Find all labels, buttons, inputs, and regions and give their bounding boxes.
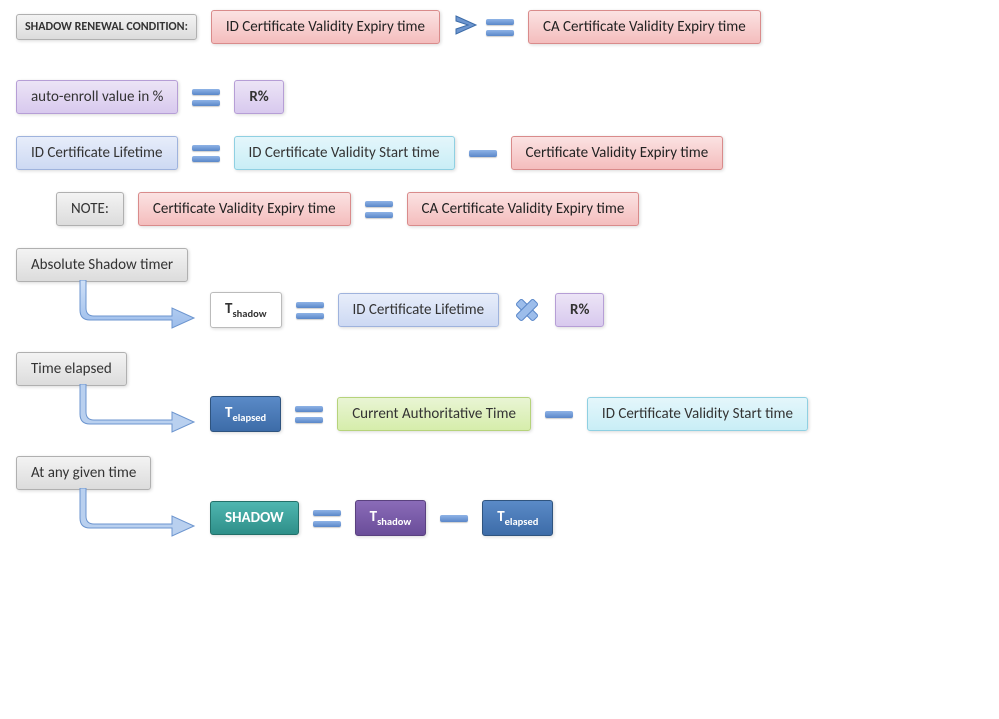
var-t-elapsed: Telapsed — [210, 396, 281, 432]
equals-icon — [192, 145, 220, 162]
box-r-percent-2: R% — [555, 293, 604, 327]
header-time-elapsed: Time elapsed — [16, 352, 127, 386]
row-auto-enroll: auto-enroll value in % R% — [16, 80, 983, 114]
elbow-arrow-icon — [76, 390, 196, 438]
multiply-icon — [513, 296, 541, 324]
minus-icon — [440, 515, 468, 522]
box-id-cert-start-2: ID Certificate Validity Start time — [587, 397, 808, 431]
equals-icon — [295, 406, 323, 423]
block-absolute-shadow-timer: Absolute Shadow timer Tshadow ID Certifi… — [16, 248, 983, 334]
equals-icon — [192, 89, 220, 106]
var-t-shadow-2: Tshadow — [355, 500, 427, 536]
row-shadow-renewal-condition: SHADOW RENEWAL CONDITION: ID Certificate… — [16, 10, 983, 44]
row-note: NOTE: Certificate Validity Expiry time C… — [56, 192, 983, 226]
box-id-cert-start: ID Certificate Validity Start time — [234, 136, 455, 170]
header-absolute-shadow-timer: Absolute Shadow timer — [16, 248, 188, 282]
box-auto-enroll-label: auto-enroll value in % — [16, 80, 178, 114]
box-ca-cert-expiry: CA Certificate Validity Expiry time — [528, 10, 761, 44]
row-id-cert-lifetime: ID Certificate Lifetime ID Certificate V… — [16, 136, 983, 170]
var-shadow: SHADOW — [210, 501, 299, 535]
equals-icon — [313, 510, 341, 527]
block-at-any-time: At any given time SHADOW Tshadow Telapse… — [16, 456, 983, 542]
greater-equal-icon — [454, 14, 514, 40]
var-t-shadow: Tshadow — [210, 292, 282, 328]
equals-icon — [296, 302, 324, 319]
elbow-arrow-icon — [76, 286, 196, 334]
block-time-elapsed: Time elapsed Telapsed Current Authoritat… — [16, 352, 983, 438]
label-condition: SHADOW RENEWAL CONDITION: — [16, 14, 197, 40]
elbow-arrow-icon — [76, 494, 196, 542]
box-id-cert-lifetime-2: ID Certificate Lifetime — [338, 293, 500, 327]
box-id-cert-expiry: ID Certificate Validity Expiry time — [211, 10, 440, 44]
box-current-time: Current Authoritative Time — [337, 397, 531, 431]
header-at-any-time: At any given time — [16, 456, 151, 490]
label-note: NOTE: — [56, 192, 124, 226]
box-cert-expiry: Certificate Validity Expiry time — [511, 136, 724, 170]
box-cert-expiry-2: Certificate Validity Expiry time — [138, 192, 351, 226]
box-id-cert-lifetime: ID Certificate Lifetime — [16, 136, 178, 170]
equals-icon — [365, 201, 393, 218]
minus-icon — [545, 411, 573, 418]
minus-icon — [469, 150, 497, 157]
box-ca-cert-expiry-2: CA Certificate Validity Expiry time — [407, 192, 640, 226]
box-r-percent: R% — [234, 80, 283, 114]
var-t-elapsed-2: Telapsed — [482, 500, 553, 536]
